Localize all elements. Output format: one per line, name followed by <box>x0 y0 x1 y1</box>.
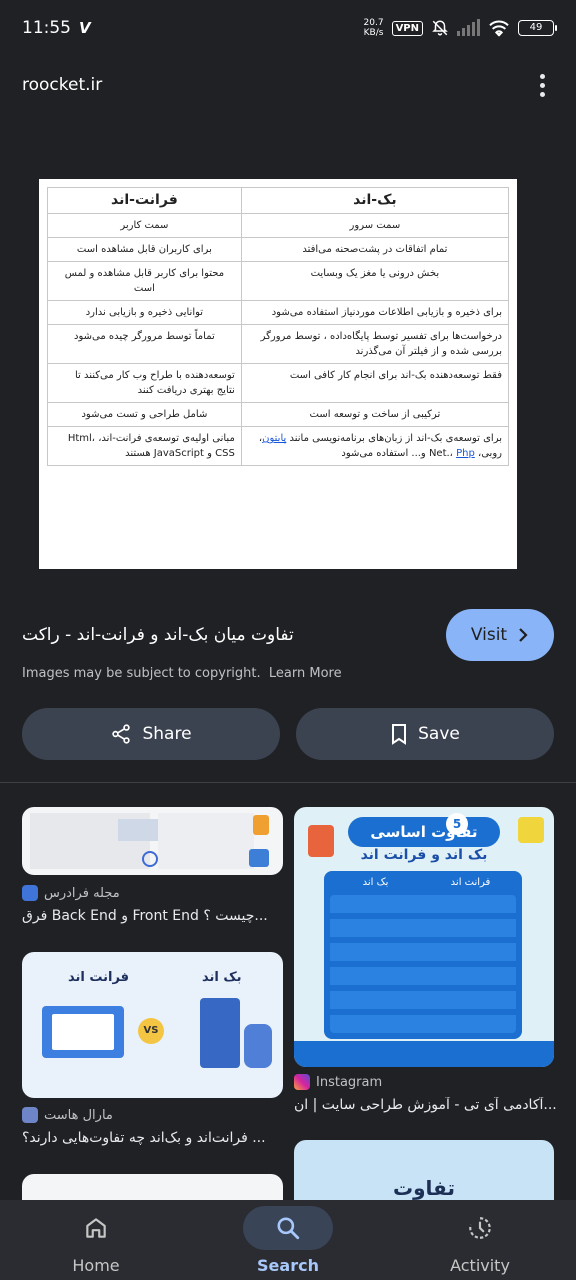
home-icon <box>86 1218 106 1238</box>
instagram-icon <box>294 1074 310 1090</box>
vs-badge: VS <box>138 1018 164 1044</box>
faradars-icon <box>22 885 38 901</box>
table-row: ترکیبی از ساخت و توسعه است شامل طراحی و … <box>47 402 510 427</box>
more-options-icon[interactable] <box>530 70 554 100</box>
table-row: درخواست‌ها برای تفسیر توسط پایگاه‌داده ،… <box>47 324 510 364</box>
comparison-table: بک-اند فرانت-اند سمت سرور سمت کاربر تمام… <box>47 187 510 466</box>
related-caption[interactable]: فرق Back End و Front End چیست ؟... <box>22 908 284 924</box>
status-bar: 11:55 V 20.7 KB/s VPN 49 <box>0 0 576 56</box>
preview-image[interactable]: بک-اند فرانت-اند سمت سرور سمت کاربر تمام… <box>39 179 517 569</box>
share-icon <box>112 724 131 744</box>
table-row: تمام اتفاقات در پشت‌صحنه می‌افتد برای کا… <box>47 237 510 262</box>
copyright-notice: Images may be subject to copyright. Lear… <box>22 666 342 681</box>
server-illustration <box>200 998 240 1068</box>
related-thumbnail[interactable]: فرانت اند بک اند VS <box>22 952 283 1098</box>
battery-icon: 49 <box>518 20 557 36</box>
table-row: برای توسعه‌ی بک-اند از زبان‌های برنامه‌ن… <box>47 426 510 466</box>
table-row: فقط توسعه‌دهنده بک-اند برای انجام کار کا… <box>47 363 510 403</box>
learn-more-link[interactable]: Learn More <box>269 666 342 681</box>
chevron-right-icon <box>519 628 528 642</box>
database-illustration <box>244 1024 272 1068</box>
number-badge: 5 <box>446 813 468 835</box>
html5-icon <box>253 815 269 835</box>
divider <box>0 782 576 783</box>
network-speed: 20.7 KB/s <box>363 18 384 38</box>
related-thumbnail[interactable] <box>22 1174 283 1200</box>
vpn-icon: VPN <box>391 20 423 36</box>
table-row: بخش درونی یا مغز یک وبسایت محتوا برای کا… <box>47 261 510 301</box>
js-icon <box>518 817 544 843</box>
related-caption[interactable]: فرانت‌اند و بک‌اند چه تفاوت‌هایی دارند؟ … <box>22 1130 284 1146</box>
status-time: 11:55 <box>22 18 71 38</box>
css3-icon <box>249 849 269 867</box>
site-url[interactable]: roocket.ir <box>22 75 102 95</box>
html5-icon <box>308 825 334 857</box>
bottom-navigation: Home Search Activity <box>0 1200 576 1280</box>
signal-icon <box>457 19 480 36</box>
nav-home[interactable]: Home <box>0 1200 192 1280</box>
related-caption[interactable]: آکادمی آی تی - آموزش طراحی سایت | ان... <box>294 1097 556 1113</box>
nav-search[interactable]: Search <box>192 1200 384 1280</box>
action-row: Share Save <box>22 708 554 760</box>
share-button[interactable]: Share <box>22 708 280 760</box>
comparison-card: بک اند فرانت اند <box>324 871 522 1039</box>
page-title[interactable]: تفاوت میان بک-اند و فرانت-اند - راکت <box>22 625 294 645</box>
maral-host-icon <box>22 1107 38 1123</box>
related-source: مارال هاست <box>22 1107 113 1123</box>
related-source: مجله فرادرس <box>22 885 120 901</box>
table-header-front: فرانت-اند <box>47 187 242 214</box>
bell-off-icon <box>432 20 448 36</box>
related-source: Instagram <box>294 1074 382 1090</box>
status-icons: 20.7 KB/s VPN 49 <box>363 18 557 38</box>
top-bar: roocket.ir <box>0 62 576 108</box>
table-row: برای ذخیره و بازیابی اطلاعات موردنیاز اس… <box>47 300 510 325</box>
wifi-icon <box>489 20 509 37</box>
related-thumbnail[interactable]: تفاوت <box>294 1140 554 1200</box>
bookmark-icon <box>392 724 407 745</box>
visit-button[interactable]: Visit <box>446 609 554 661</box>
app-notification-icon: V <box>79 19 91 37</box>
table-header-back: بک-اند <box>240 187 510 214</box>
result-title-row: تفاوت میان بک-اند و فرانت-اند - راکت Vis… <box>0 608 576 662</box>
nav-activity[interactable]: Activity <box>384 1200 576 1280</box>
related-thumbnail[interactable]: تفاوت اساسی 5 بک اند و فرانت اند بک اند … <box>294 807 554 1067</box>
related-thumbnail[interactable] <box>22 807 283 875</box>
table-row: سمت سرور سمت کاربر <box>47 213 510 238</box>
search-icon <box>277 1217 300 1240</box>
save-button[interactable]: Save <box>296 708 554 760</box>
activity-history-icon <box>469 1217 491 1239</box>
react-icon <box>142 851 158 867</box>
